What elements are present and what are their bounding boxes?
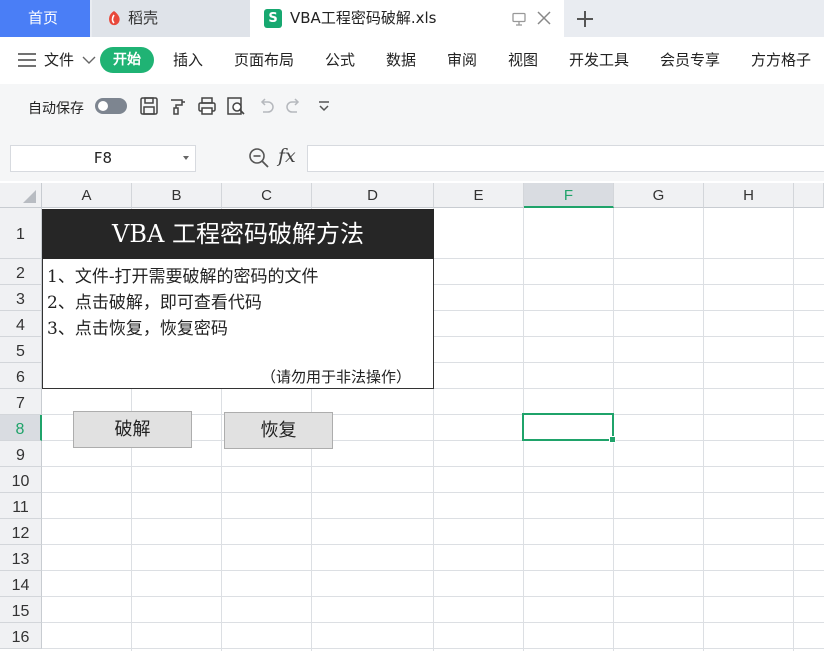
selected-cell-outline[interactable] <box>522 413 616 443</box>
row-header[interactable]: 12 <box>0 519 42 545</box>
undo-icon[interactable] <box>256 96 276 116</box>
row-header[interactable]: 9 <box>0 441 42 467</box>
function-icon[interactable]: fx <box>278 145 296 167</box>
row-header[interactable]: 5 <box>0 337 42 363</box>
chevron-down-icon[interactable] <box>183 156 189 160</box>
chevron-down-icon[interactable] <box>82 55 96 65</box>
tab-file-label: VBA工程密码破解.xls <box>290 9 437 27</box>
column-header[interactable]: B <box>132 183 222 208</box>
row-header[interactable]: 8 <box>0 415 42 441</box>
instruction-line: 2、点击破解，即可查看代码 <box>47 293 262 313</box>
menu-review[interactable]: 审阅 <box>447 37 477 84</box>
quick-access-toolbar: 自动保存 <box>0 84 824 128</box>
row-header[interactable]: 10 <box>0 467 42 493</box>
gridline-horizontal <box>42 622 824 623</box>
ribbon-menu: 文件 开始 插入 页面布局 公式 数据 审阅 视图 开发工具 会员专享 方方格子 <box>0 37 824 84</box>
menu-page-layout[interactable]: 页面布局 <box>234 37 294 84</box>
row-header[interactable]: 1 <box>0 208 42 259</box>
tab-home[interactable]: 首页 <box>0 0 90 37</box>
row-header[interactable]: 11 <box>0 493 42 519</box>
save-icon[interactable] <box>139 96 159 116</box>
column-header-overflow[interactable] <box>794 183 824 208</box>
menu-file[interactable]: 文件 <box>44 37 74 84</box>
row-header[interactable]: 3 <box>0 285 42 311</box>
row-header[interactable]: 15 <box>0 597 42 623</box>
tab-active-file[interactable]: S VBA工程密码破解.xls <box>250 0 564 37</box>
name-box-value: F8 <box>93 149 113 167</box>
column-header[interactable]: D <box>312 183 434 208</box>
row-header[interactable]: 4 <box>0 311 42 337</box>
pin-window-icon[interactable] <box>512 12 526 26</box>
menu-ffcell[interactable]: 方方格子 <box>751 37 811 84</box>
column-header[interactable]: A <box>42 183 132 208</box>
select-all-corner[interactable] <box>0 183 42 208</box>
row-header[interactable]: 6 <box>0 363 42 389</box>
warning-note: （请勿用于非法操作） <box>260 368 411 386</box>
column-header[interactable]: G <box>614 183 704 208</box>
autosave-label: 自动保存 <box>28 101 84 117</box>
name-box[interactable]: F8 <box>10 145 196 172</box>
menu-icon[interactable] <box>18 53 36 67</box>
menu-insert[interactable]: 插入 <box>173 37 203 84</box>
print-icon[interactable] <box>197 96 217 116</box>
docer-icon <box>109 11 120 26</box>
new-tab-icon[interactable] <box>572 6 598 32</box>
row-header[interactable]: 14 <box>0 571 42 597</box>
gridline-horizontal <box>42 492 824 493</box>
instructions-block[interactable]: 1、文件-打开需要破解的密码的文件 2、点击破解，即可查看代码 3、点击恢复，恢… <box>42 259 434 389</box>
row-header[interactable]: 16 <box>0 623 42 649</box>
menu-developer[interactable]: 开发工具 <box>569 37 629 84</box>
row-header[interactable]: 2 <box>0 259 42 285</box>
tab-bar: 首页 稻壳 S VBA工程密码破解.xls <box>0 0 824 37</box>
tab-home-ribbon[interactable]: 开始 <box>100 47 154 73</box>
gridline-horizontal <box>42 648 824 649</box>
instruction-line: 3、点击恢复，恢复密码 <box>47 319 228 339</box>
column-header[interactable]: F <box>524 183 614 208</box>
menu-view[interactable]: 视图 <box>508 37 538 84</box>
formula-input[interactable] <box>307 145 824 172</box>
format-painter-icon[interactable] <box>168 96 188 116</box>
close-icon[interactable] <box>537 11 551 25</box>
gridline-vertical <box>793 208 794 651</box>
gridline-horizontal <box>42 518 824 519</box>
column-header[interactable]: H <box>704 183 794 208</box>
gridline-horizontal <box>42 570 824 571</box>
zoom-icon[interactable] <box>248 147 270 169</box>
instruction-line: 1、文件-打开需要破解的密码的文件 <box>47 267 319 287</box>
menu-data[interactable]: 数据 <box>386 37 416 84</box>
spreadsheet-icon: S <box>264 9 282 28</box>
sheet-title[interactable]: VBA 工程密码破解方法 <box>42 209 434 259</box>
column-header[interactable]: E <box>434 183 524 208</box>
row-header[interactable]: 13 <box>0 545 42 571</box>
gridline-horizontal <box>42 466 824 467</box>
restore-button[interactable]: 恢复 <box>224 412 333 449</box>
menu-formulas[interactable]: 公式 <box>325 37 355 84</box>
autosave-toggle[interactable] <box>95 98 127 114</box>
print-preview-icon[interactable] <box>226 96 246 116</box>
column-header[interactable]: C <box>222 183 312 208</box>
gridline-horizontal <box>42 544 824 545</box>
redo-icon[interactable] <box>284 96 304 116</box>
tab-docer-label: 稻壳 <box>128 9 159 27</box>
customize-toolbar-icon[interactable] <box>314 96 334 116</box>
crack-button[interactable]: 破解 <box>73 411 192 448</box>
tab-docer[interactable]: 稻壳 <box>92 0 250 37</box>
row-header[interactable]: 7 <box>0 389 42 415</box>
gridline-vertical <box>703 208 704 651</box>
gridline-horizontal <box>42 596 824 597</box>
menu-member[interactable]: 会员专享 <box>660 37 720 84</box>
